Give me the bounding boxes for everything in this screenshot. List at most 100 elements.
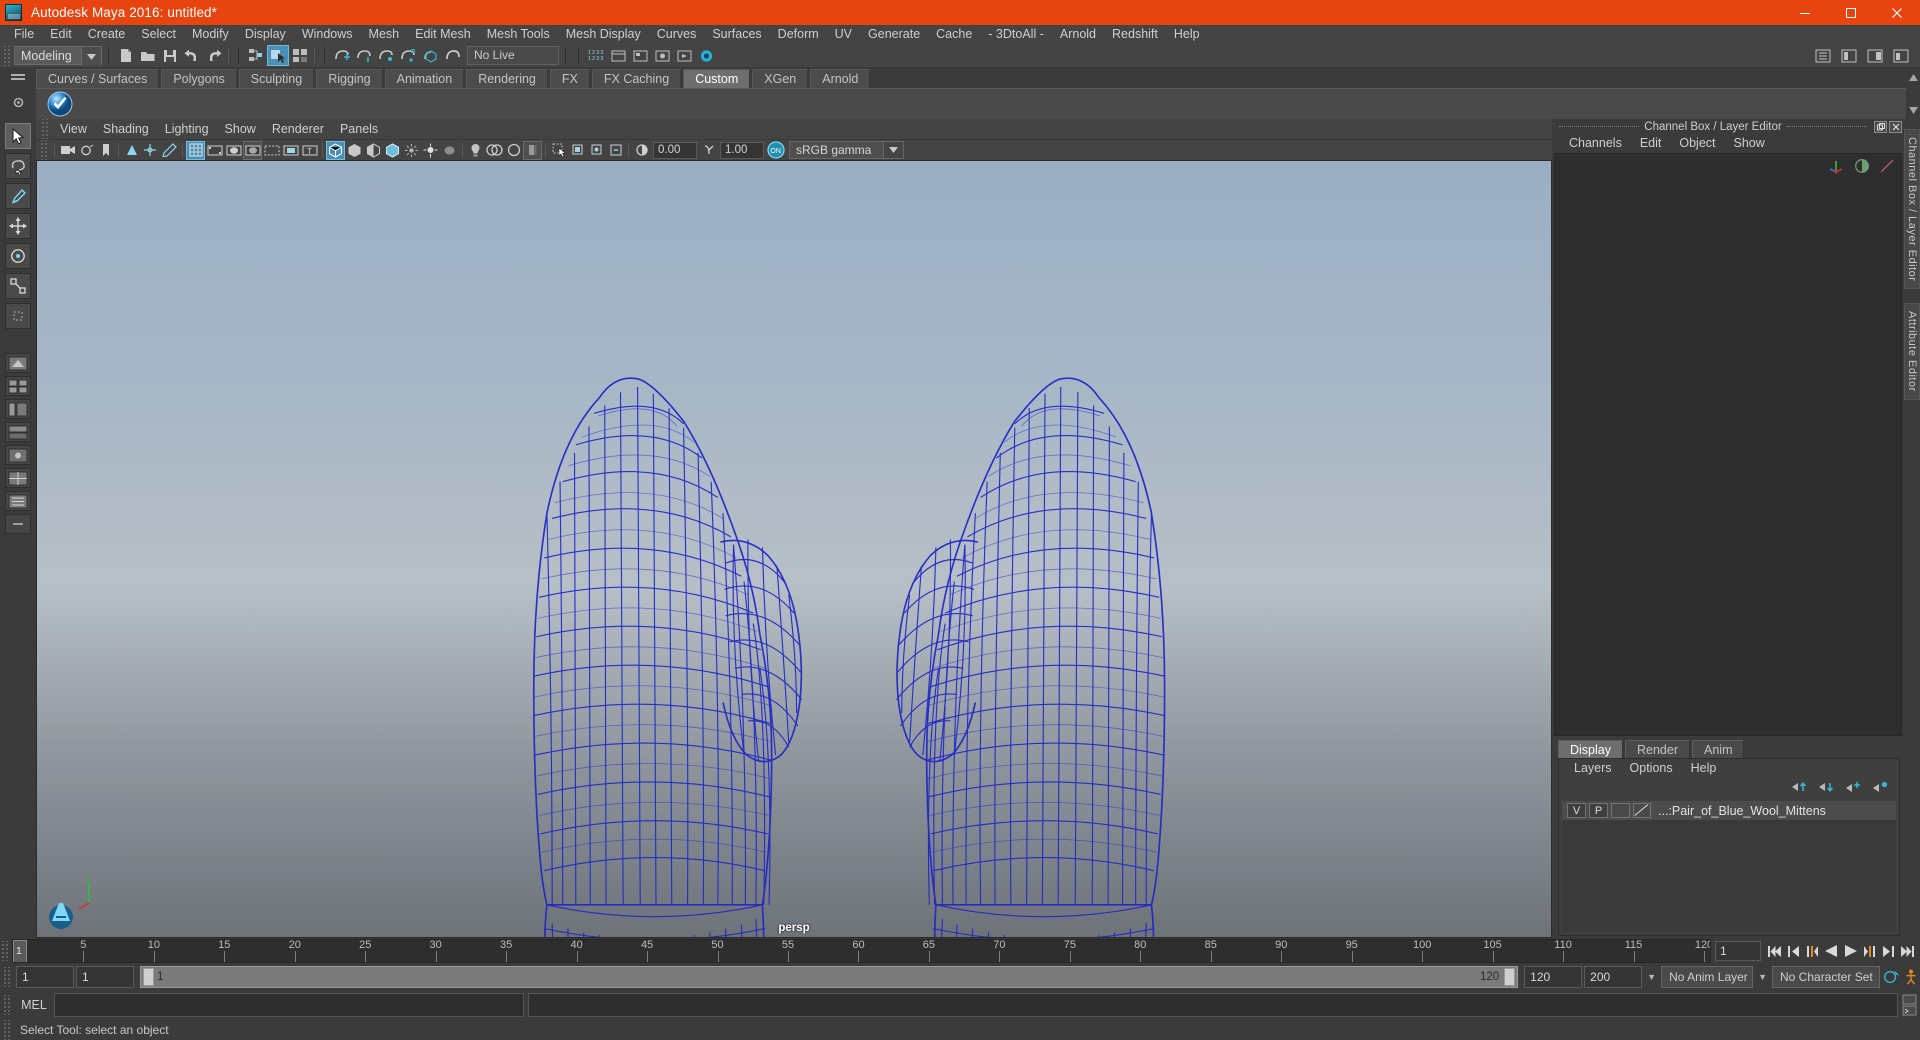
menu-help[interactable]: Help xyxy=(1166,25,1208,44)
render-view-icon[interactable] xyxy=(651,45,673,66)
gamma-icon[interactable] xyxy=(699,141,718,160)
safe-title-icon[interactable]: T xyxy=(300,141,319,160)
new-layer-icon[interactable] xyxy=(1846,781,1862,796)
move-layer-up-icon[interactable] xyxy=(1792,781,1808,796)
channel-box-menu-channels[interactable]: Channels xyxy=(1560,134,1631,153)
view-transform-dropdown[interactable]: sRGB gamma xyxy=(789,141,904,159)
layer-type-toggle[interactable] xyxy=(1611,803,1630,818)
new-layer-from-selected-icon[interactable] xyxy=(1873,781,1889,796)
anim-layer-caret-icon[interactable]: ▼ xyxy=(1644,972,1659,982)
move-layer-down-icon[interactable] xyxy=(1819,781,1835,796)
exposure-field[interactable]: 0.00 xyxy=(653,141,697,159)
channel-box-contents[interactable] xyxy=(1554,153,1902,736)
layer-tab-render[interactable]: Render xyxy=(1625,740,1690,758)
animation-start-field[interactable]: 1 xyxy=(16,966,74,988)
undock-icon[interactable] xyxy=(1874,120,1888,133)
shelf-tab-arnold[interactable]: Arnold xyxy=(810,69,871,88)
layer-menu-layers[interactable]: Layers xyxy=(1565,759,1621,777)
script-editor-icon[interactable] xyxy=(1898,994,1920,1016)
color-management-toggle-icon[interactable]: ON xyxy=(766,141,785,160)
step-forward-keyframe-icon[interactable] xyxy=(1879,941,1897,961)
play-forwards-icon[interactable] xyxy=(1841,941,1859,961)
snap-view-plane-icon[interactable] xyxy=(419,45,441,66)
range-end-field[interactable]: 120 xyxy=(1524,966,1583,988)
shelf-scroll-up-icon[interactable] xyxy=(1908,69,1918,84)
select-tool-icon[interactable] xyxy=(5,123,31,149)
shelf-tab-sculpting[interactable]: Sculpting xyxy=(238,69,315,88)
menu-deform[interactable]: Deform xyxy=(770,25,827,44)
wireframe-icon[interactable] xyxy=(326,140,345,160)
shelf-tab-curves-surfaces[interactable]: Curves / Surfaces xyxy=(36,69,160,88)
channel-box-tone-icon[interactable] xyxy=(1854,158,1870,177)
channel-box-graph-icon[interactable] xyxy=(1879,158,1895,177)
character-set-caret-icon[interactable]: ▼ xyxy=(1755,972,1770,982)
render-current-frame-icon[interactable] xyxy=(695,45,717,66)
select-object-icon[interactable] xyxy=(267,45,289,66)
step-forward-frame-icon[interactable] xyxy=(1860,941,1878,961)
hypershade-persp-view-icon[interactable] xyxy=(5,445,31,465)
menu-mesh-tools[interactable]: Mesh Tools xyxy=(479,25,558,44)
hypershade-icon[interactable] xyxy=(629,45,651,66)
new-scene-icon[interactable] xyxy=(115,45,137,66)
single-perspective-view-icon[interactable] xyxy=(5,353,31,373)
open-graph-editor-icon[interactable] xyxy=(1838,45,1860,66)
time-slider-gripper[interactable] xyxy=(0,941,9,961)
select-component-icon[interactable] xyxy=(289,45,311,66)
xray-icon[interactable] xyxy=(549,141,568,160)
play-backwards-icon[interactable] xyxy=(1822,941,1840,961)
viewport-menu-shading[interactable]: Shading xyxy=(95,119,157,139)
menu-display[interactable]: Display xyxy=(237,25,294,44)
snap-curve-icon[interactable] xyxy=(353,45,375,66)
field-chart-icon[interactable] xyxy=(262,141,281,160)
grid-toggle-icon[interactable] xyxy=(186,140,205,160)
shelf-tab-rendering[interactable]: Rendering xyxy=(466,69,548,88)
go-to-end-icon[interactable] xyxy=(1898,941,1916,961)
layer-menu-help[interactable]: Help xyxy=(1682,759,1726,777)
flat-shade-icon[interactable] xyxy=(402,141,421,160)
bookmark-icon[interactable] xyxy=(96,141,115,160)
paint-select-tool-icon[interactable] xyxy=(5,183,31,209)
viewport-menu-view[interactable]: View xyxy=(52,119,95,139)
ipr-render-icon[interactable] xyxy=(673,45,695,66)
resolution-gate-icon[interactable] xyxy=(224,141,243,160)
viewport-toolbar-gripper[interactable] xyxy=(39,140,48,160)
exposure-icon[interactable] xyxy=(632,141,651,160)
menu-surfaces[interactable]: Surfaces xyxy=(704,25,769,44)
3d-viewport[interactable]: persp y xyxy=(36,160,1552,938)
menu-edit[interactable]: Edit xyxy=(42,25,80,44)
close-icon[interactable] xyxy=(1874,0,1920,25)
isolate-select-icon[interactable] xyxy=(606,141,625,160)
lighting-icon[interactable] xyxy=(421,141,440,160)
go-to-start-icon[interactable] xyxy=(1765,941,1783,961)
gamma-field[interactable]: 1.00 xyxy=(720,141,764,159)
menu-windows[interactable]: Windows xyxy=(294,25,361,44)
channel-box-menu-object[interactable]: Object xyxy=(1670,134,1724,153)
film-gate-icon[interactable] xyxy=(205,141,224,160)
channel-box-menu-edit[interactable]: Edit xyxy=(1631,134,1671,153)
vertical-tab-attribute-editor[interactable]: Attribute Editor xyxy=(1904,303,1920,401)
shadows-icon[interactable] xyxy=(440,141,459,160)
panel-gripper[interactable] xyxy=(40,119,49,139)
select-hierarchy-icon[interactable] xyxy=(245,45,267,66)
close-panel-icon[interactable] xyxy=(1889,120,1903,133)
lasso-select-tool-icon[interactable] xyxy=(5,153,31,179)
menu-mesh[interactable]: Mesh xyxy=(361,25,408,44)
safe-action-icon[interactable] xyxy=(281,141,300,160)
menu-curves[interactable]: Curves xyxy=(649,25,705,44)
shelf-tab-polygons[interactable]: Polygons xyxy=(161,69,237,88)
shelf-tab-animation[interactable]: Animation xyxy=(384,69,465,88)
more-panels-icon[interactable] xyxy=(5,514,31,534)
time-slider-track[interactable]: 1 5 10 15 20 25 30 35 40 45 50 55 60 65 70 75 80 85 90 95 1… xyxy=(12,939,1711,963)
open-tool-settings-icon[interactable] xyxy=(1890,45,1912,66)
open-outliner-icon[interactable] xyxy=(1812,45,1834,66)
shelf-tab-custom[interactable]: Custom xyxy=(683,69,751,88)
current-frame-field[interactable]: 1 xyxy=(1715,941,1761,961)
chevron-down-icon[interactable] xyxy=(883,142,903,158)
make-live-icon[interactable] xyxy=(441,45,463,66)
chevron-down-icon[interactable] xyxy=(81,47,101,66)
menu-set-selector[interactable]: Modeling xyxy=(14,46,102,66)
channel-box-menu-show[interactable]: Show xyxy=(1725,134,1774,153)
range-end-handle[interactable] xyxy=(1504,968,1516,986)
shelf-tab-rigging[interactable]: Rigging xyxy=(316,69,383,88)
step-back-keyframe-icon[interactable] xyxy=(1784,941,1802,961)
